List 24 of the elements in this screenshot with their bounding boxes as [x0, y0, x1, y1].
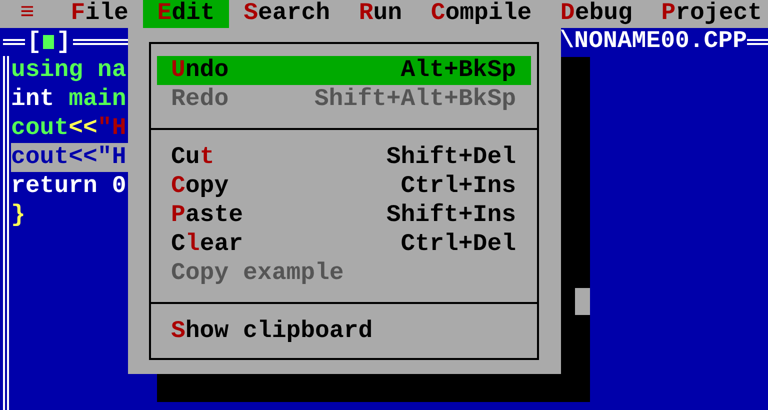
menu-item[interactable]: Paste Shift+Ins [157, 201, 531, 230]
scroll-thumb [575, 288, 590, 315]
code-line: } [11, 201, 26, 230]
menu-item[interactable]: Undo Alt+BkSp [157, 56, 531, 85]
menu-bar-item[interactable]: Compile [416, 0, 546, 28]
menu-bar-item[interactable]: Search [229, 0, 344, 28]
window-title: \NONAME00.CPP [560, 28, 747, 56]
menu-bar-item[interactable]: File [56, 0, 143, 28]
menu-item[interactable]: Show clipboard [157, 317, 531, 346]
code-line: using na [11, 56, 128, 85]
menu-bar-item[interactable]: Edit [142, 0, 230, 28]
menu-item[interactable]: Clear Ctrl+Del [157, 230, 531, 259]
code-line: cout<<"H [11, 114, 128, 143]
frame-line [747, 39, 768, 45]
code-line: int main [11, 85, 128, 114]
menu-bar-item[interactable]: Debug [546, 0, 647, 28]
frame-line [3, 39, 25, 45]
menu-bar-item[interactable]: Project [646, 0, 768, 28]
square-icon [43, 35, 54, 49]
menu-item[interactable]: Copy Ctrl+Ins [157, 172, 531, 201]
menu-item[interactable]: Cut Shift+Del [157, 143, 531, 172]
close-button[interactable]: [ ] [25, 28, 73, 56]
menu-bar-item[interactable]: Run [344, 0, 416, 28]
code-line: return 0 [11, 172, 128, 201]
